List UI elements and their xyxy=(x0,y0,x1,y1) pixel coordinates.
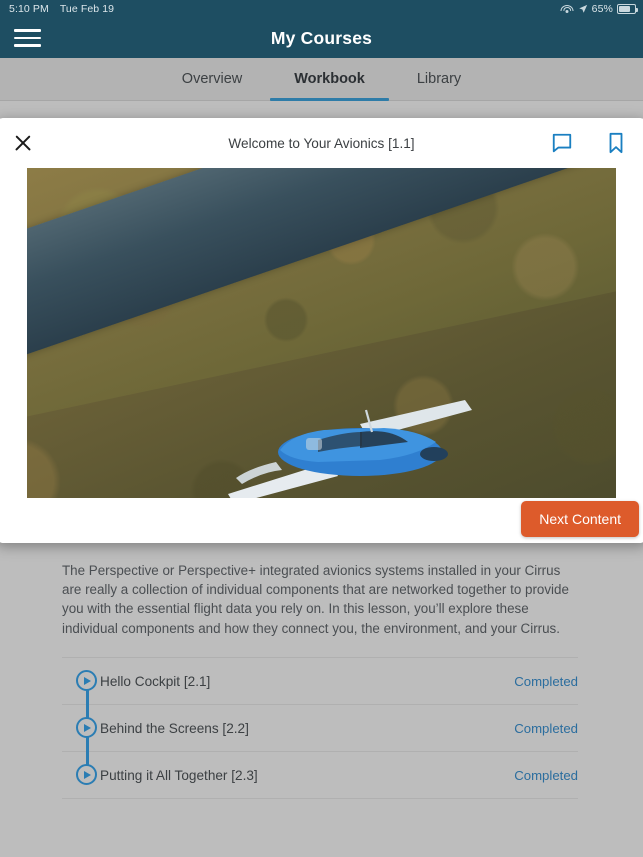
status-bar: 5:10 PM Tue Feb 19 65% xyxy=(0,0,643,18)
nav-bar: My Courses xyxy=(0,18,643,58)
page-title: My Courses xyxy=(270,27,373,48)
status-bar-right: 65% xyxy=(560,3,643,15)
modal-footer: Next Content xyxy=(0,498,643,543)
next-content-button[interactable]: Next Content xyxy=(521,501,639,537)
modal-actions xyxy=(551,132,643,154)
status-bar-date: Tue Feb 19 xyxy=(59,3,115,15)
tab-overview[interactable]: Overview xyxy=(156,58,268,101)
tab-workbook[interactable]: Workbook xyxy=(268,58,391,101)
play-circle-icon[interactable] xyxy=(76,764,98,786)
location-arrow-icon xyxy=(578,4,587,13)
status-bar-left: 5:10 PM Tue Feb 19 xyxy=(0,3,114,15)
hamburger-menu-icon[interactable] xyxy=(14,28,44,48)
tab-library[interactable]: Library xyxy=(391,58,487,101)
bookmark-icon[interactable] xyxy=(605,132,627,154)
lesson-media-image[interactable] xyxy=(27,168,616,498)
app-root: 5:10 PM Tue Feb 19 65% My Courses Overvi… xyxy=(0,0,643,857)
battery-percent-label: 65% xyxy=(591,3,613,15)
wifi-icon xyxy=(560,4,574,14)
battery-icon xyxy=(617,4,639,14)
comment-icon[interactable] xyxy=(551,132,573,154)
modal-header: Welcome to Your Avionics [1.1] xyxy=(0,118,643,168)
modal-title: Welcome to Your Avionics [1.1] xyxy=(228,135,415,151)
play-circle-icon[interactable] xyxy=(76,670,98,692)
tab-bar: Overview Workbook Library xyxy=(0,58,643,101)
airplane-illustration xyxy=(227,400,472,498)
play-circle-icon[interactable] xyxy=(76,717,98,739)
status-bar-time: 5:10 PM xyxy=(9,3,49,15)
lesson-modal: Welcome to Your Avionics [1.1] Next Cont… xyxy=(0,118,643,543)
aerial-photo xyxy=(27,168,616,498)
close-icon[interactable] xyxy=(10,130,36,156)
